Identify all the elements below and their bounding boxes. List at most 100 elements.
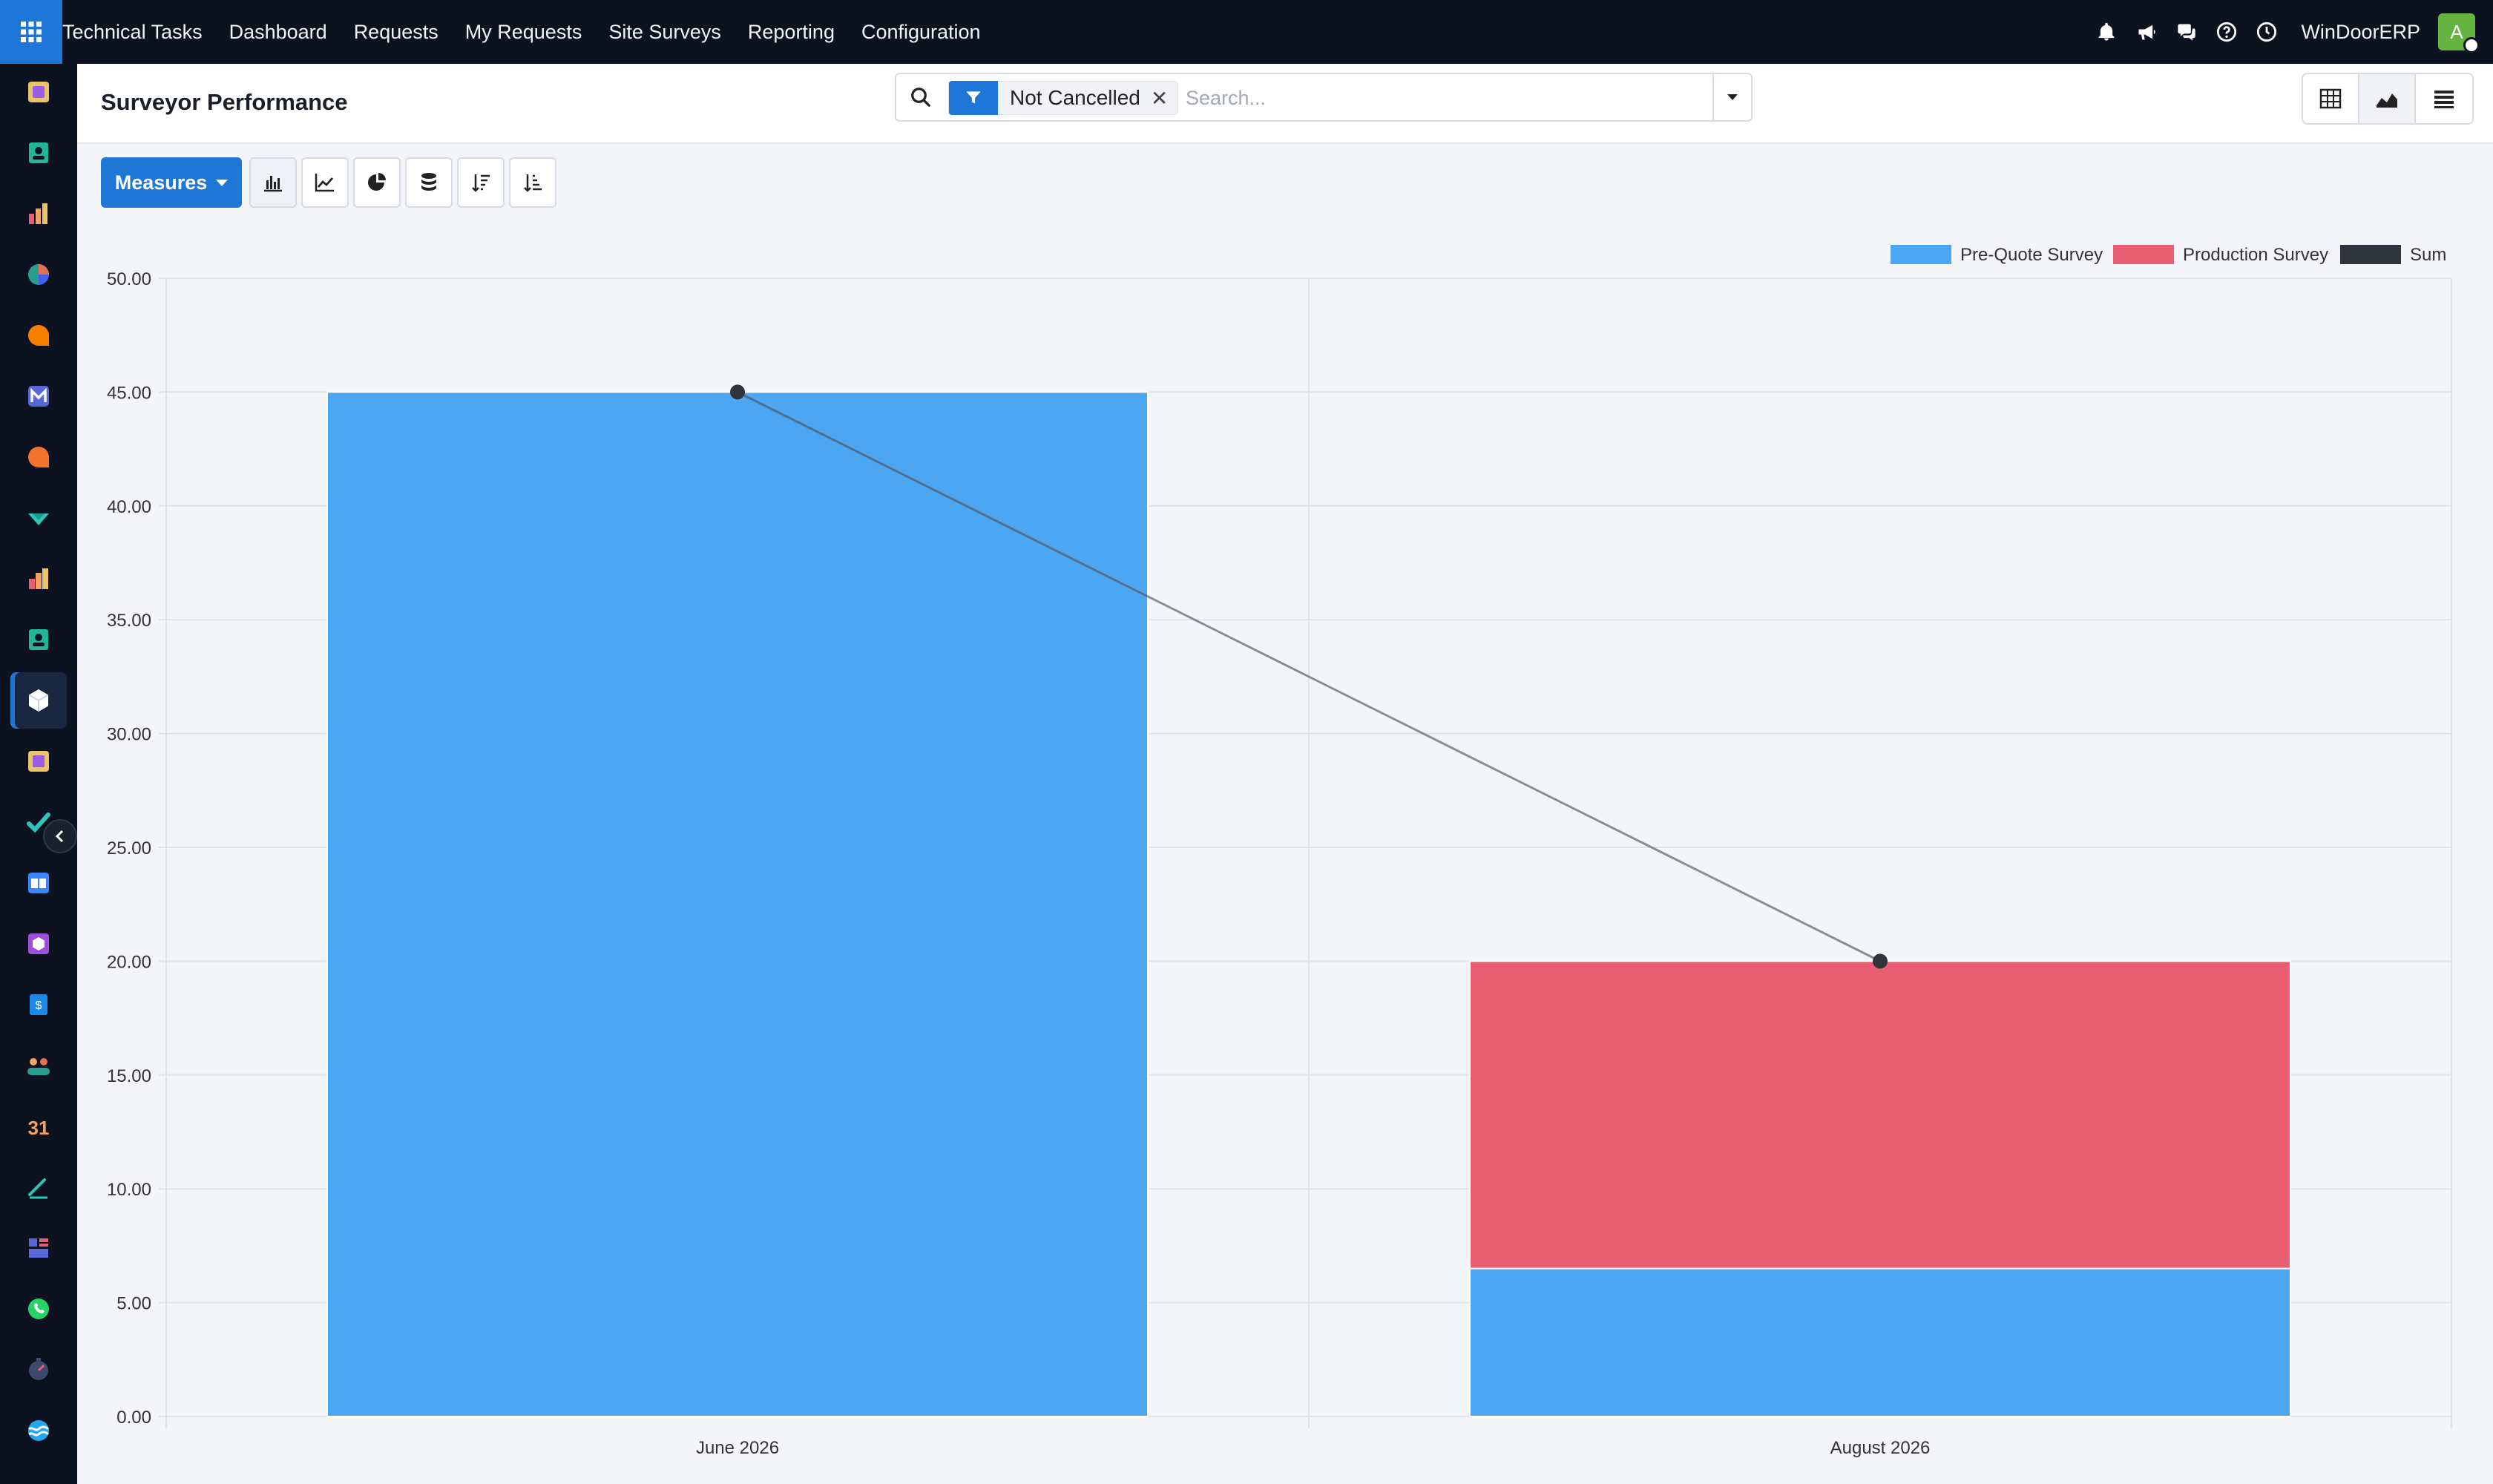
sidebar-app-website[interactable] (10, 1220, 67, 1276)
bar-chart-icon (29, 203, 47, 224)
measures-label: Measures (114, 171, 208, 194)
y-tick-label: 10.00 (107, 1180, 151, 1200)
sidebar-app-dashboards[interactable] (10, 551, 67, 607)
menu-requests[interactable]: Requests (354, 21, 439, 44)
sort-descending-icon (472, 174, 490, 192)
control-panel: Surveyor Performance Not Cancelled ✕ (77, 64, 2493, 144)
pie-chart-mode-button[interactable] (353, 157, 401, 208)
sidebar-app-technical[interactable] (10, 672, 67, 729)
view-pivot-button[interactable] (2303, 74, 2359, 123)
sidebar-app-reports[interactable] (10, 186, 67, 242)
sidebar-collapse-button[interactable] (43, 819, 77, 853)
y-tick-label: 45.00 (107, 383, 151, 403)
layout-blocks-icon (29, 1238, 48, 1258)
legend-label: Pre-Quote Survey (1960, 245, 2103, 265)
megaphone-icon[interactable] (2135, 20, 2158, 44)
legend-swatch (1891, 245, 1951, 264)
menu-configuration[interactable]: Configuration (861, 21, 981, 44)
search-bar: Not Cancelled ✕ (895, 73, 1753, 122)
speech-bubble-icon (28, 325, 49, 346)
stopwatch-icon (29, 1358, 48, 1380)
mail-m-icon (28, 386, 49, 407)
sidebar-app-notes[interactable] (10, 733, 67, 789)
chat-bubble-icon (28, 447, 49, 467)
sort-descending-button[interactable] (457, 157, 505, 208)
menu-technical-tasks[interactable]: Technical Tasks (62, 21, 203, 44)
box-icon (28, 933, 49, 954)
y-tick-label: 30.00 (107, 725, 151, 745)
bar-production-survey (1469, 960, 2291, 1270)
sidebar-app-analytics[interactable] (10, 246, 67, 303)
y-tick-label: 20.00 (107, 952, 151, 972)
search-icon[interactable] (910, 86, 932, 108)
sort-ascending-button[interactable] (509, 157, 556, 208)
people-icon (27, 1058, 50, 1075)
chat-icon[interactable] (2175, 20, 2198, 44)
svg-text:$: $ (36, 999, 42, 1012)
pie-icon (28, 264, 49, 285)
sidebar-app-mail[interactable] (10, 368, 67, 424)
view-graph-button[interactable] (2359, 74, 2416, 123)
sidebar-app-whatsapp[interactable] (10, 1281, 67, 1337)
sidebar-app-sign-doc[interactable] (10, 1159, 67, 1215)
bar-pre-quote-survey (1469, 1267, 2291, 1417)
stacked-toggle-button[interactable] (405, 157, 453, 208)
main-menu: Technical Tasks Dashboard Requests My Re… (62, 0, 1008, 64)
sidebar-app-team[interactable] (10, 1037, 67, 1094)
table-icon (2319, 88, 2342, 109)
user-avatar[interactable]: A (2438, 13, 2480, 53)
calendar-31-icon: 31 (28, 1117, 50, 1139)
legend-swatch (2340, 245, 2401, 264)
sidebar-app-marketing[interactable] (10, 1402, 67, 1459)
chevron-left-icon (55, 830, 64, 843)
stacked-bars-icon (29, 568, 48, 589)
sidebar-app-invoicing[interactable]: $ (10, 976, 67, 1033)
invoice-icon: $ (30, 994, 47, 1015)
sidebar-app-tasks[interactable] (10, 64, 67, 120)
app-menu-button[interactable] (0, 0, 62, 64)
pie-chart-icon (368, 173, 386, 191)
line-chart-icon (315, 174, 334, 192)
bell-icon[interactable] (2095, 20, 2118, 44)
search-options-toggle[interactable] (1712, 74, 1751, 120)
sum-point (730, 384, 745, 400)
sidebar-app-employees[interactable] (10, 611, 67, 668)
remove-filter-icon[interactable]: ✕ (1151, 86, 1177, 111)
database-stack-icon (421, 173, 436, 191)
list-icon (2434, 91, 2454, 108)
y-tick-label: 35.00 (107, 611, 151, 631)
svg-text:31: 31 (28, 1117, 50, 1139)
y-tick-label: 25.00 (107, 838, 151, 858)
filter-label: Not Cancelled (1010, 86, 1140, 109)
company-switcher[interactable]: WinDoorERP (2301, 21, 2420, 44)
help-icon[interactable] (2215, 20, 2239, 44)
sort-ascending-icon (524, 174, 542, 192)
pencil-badge-icon (28, 82, 49, 102)
wave-circle-icon (28, 1420, 50, 1441)
bar-chart-mode-button[interactable] (249, 157, 297, 208)
filter-icon (949, 81, 998, 115)
sidebar-app-timesheet[interactable] (10, 1342, 67, 1398)
menu-dashboard[interactable]: Dashboard (229, 21, 327, 44)
filter-facet: Not Cancelled ✕ (948, 81, 1178, 115)
view-list-button[interactable] (2416, 74, 2472, 123)
sidebar-app-sign[interactable] (10, 490, 67, 546)
clock-icon[interactable] (2255, 20, 2279, 44)
sidebar-app-calendar[interactable]: 31 (10, 1098, 67, 1155)
sidebar-app-livechat[interactable] (10, 429, 67, 485)
menu-site-surveys[interactable]: Site Surveys (608, 21, 721, 44)
avatar-initial: A (2450, 20, 2463, 43)
legend-label: Sum (2410, 245, 2446, 265)
area-chart-icon (2377, 93, 2397, 108)
bar-chart-icon (264, 176, 282, 192)
check-shape-icon (28, 513, 49, 525)
menu-my-requests[interactable]: My Requests (465, 21, 582, 44)
sidebar-app-knowledge[interactable] (10, 855, 67, 911)
sidebar-app-inventory[interactable] (10, 916, 67, 972)
sidebar-app-contacts[interactable] (10, 125, 67, 181)
menu-reporting[interactable]: Reporting (748, 21, 835, 44)
search-input[interactable] (1186, 80, 1601, 116)
sidebar-app-discuss[interactable] (10, 307, 67, 364)
measures-dropdown-button[interactable]: Measures (101, 157, 242, 208)
line-chart-mode-button[interactable] (301, 157, 349, 208)
